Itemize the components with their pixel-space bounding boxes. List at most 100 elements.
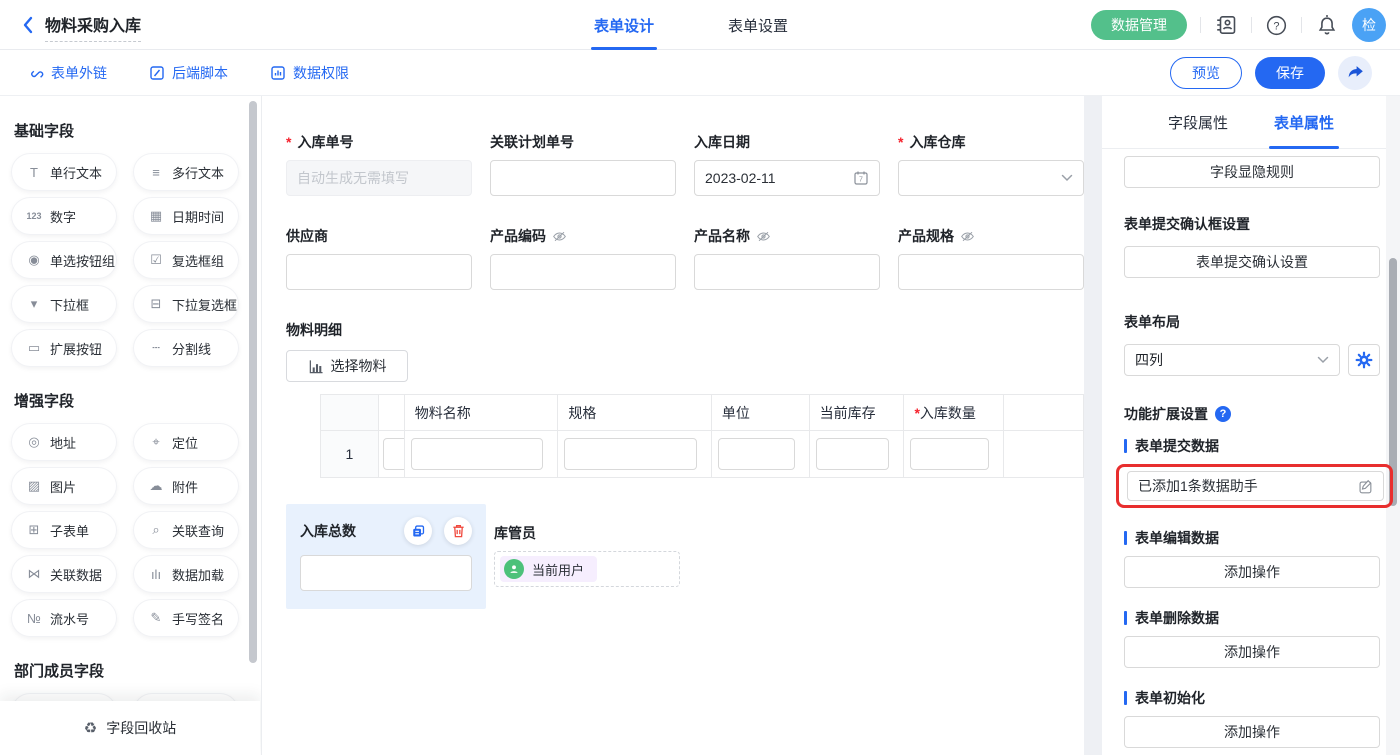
add-action-button-delete[interactable]: 添加操作: [1124, 636, 1380, 668]
preview-button[interactable]: 预览: [1170, 57, 1242, 89]
backend-script-label: 后端脚本: [172, 63, 228, 83]
field-warehouse-keeper[interactable]: 库管员 当前用户: [494, 504, 680, 587]
field-pill-linked-data[interactable]: ⋈关联数据: [12, 556, 116, 592]
field-product-spec[interactable]: 产品规格: [898, 226, 1084, 290]
delete-field-button[interactable]: [444, 517, 472, 545]
gear-icon: [1355, 351, 1373, 369]
field-label: 关联计划单号: [490, 132, 574, 152]
data-manage-button[interactable]: 数据管理: [1091, 10, 1187, 40]
field-plan-no[interactable]: 关联计划单号: [490, 132, 676, 196]
copy-field-button[interactable]: [404, 517, 432, 545]
field-supplier[interactable]: 供应商: [286, 226, 472, 290]
pill-label: 下拉框: [50, 295, 89, 314]
field-pill-radio-group[interactable]: ◉单选按钮组: [12, 242, 116, 278]
product-code-input[interactable]: [490, 254, 676, 290]
layout-settings-button[interactable]: [1348, 344, 1380, 376]
data-permission-link[interactable]: 数据权限: [270, 63, 349, 83]
user-avatar[interactable]: 检: [1352, 8, 1386, 42]
field-product-code[interactable]: 产品编码: [490, 226, 676, 290]
field-warehouse[interactable]: *入库仓库: [898, 132, 1084, 196]
plan-no-input[interactable]: [490, 160, 676, 196]
share-button[interactable]: [1338, 56, 1372, 90]
help-icon[interactable]: ?: [1265, 14, 1288, 37]
current-stock-input[interactable]: [816, 438, 890, 470]
field-pill-data-load[interactable]: ılı数据加载: [134, 556, 238, 592]
field-pill-serial-number[interactable]: №流水号: [12, 600, 116, 636]
field-pill-attachment[interactable]: ☁附件: [134, 468, 238, 504]
inbound-date-input[interactable]: 2023-02-11 7: [694, 160, 880, 196]
field-pill-address[interactable]: ◎地址: [12, 424, 116, 460]
add-action-button-init[interactable]: 添加操作: [1124, 716, 1380, 748]
field-pill-extend-button[interactable]: ▭扩展按钮: [12, 330, 116, 366]
header-empty: [1004, 395, 1083, 430]
field-pill-signature[interactable]: ✎手写签名: [134, 600, 238, 636]
checkbox-icon: ☑: [147, 252, 165, 268]
field-pill-checkbox-group[interactable]: ☑复选框组: [134, 242, 238, 278]
field-pill-dropdown[interactable]: ▾下拉框: [12, 286, 116, 322]
field-pill-locate[interactable]: ⌖定位: [134, 424, 238, 460]
supplier-input[interactable]: [286, 254, 472, 290]
field-product-name[interactable]: 产品名称: [694, 226, 880, 290]
product-name-input[interactable]: [694, 254, 880, 290]
field-total-qty-selected[interactable]: 入库总数: [286, 504, 486, 609]
contact-book-icon[interactable]: [1214, 13, 1238, 37]
field-pill-divider[interactable]: ┄分割线: [134, 330, 238, 366]
cell-input-clipped[interactable]: [383, 438, 405, 470]
layout-select[interactable]: 四列: [1124, 344, 1340, 376]
unit-input[interactable]: [718, 438, 795, 470]
add-action-button-edit[interactable]: 添加操作: [1124, 556, 1380, 588]
field-inbound-date[interactable]: 入库日期 2023-02-11 7: [694, 132, 880, 196]
current-user-tag[interactable]: 当前用户: [500, 556, 597, 582]
section-bar: [1124, 611, 1127, 625]
backend-script-link[interactable]: 后端脚本: [149, 63, 228, 83]
data-assistant-button[interactable]: 已添加1条数据助手: [1127, 471, 1384, 501]
header-current-stock: 当前库存: [810, 395, 905, 430]
product-spec-input[interactable]: [898, 254, 1084, 290]
table-header: 物料名称 规格 单位 当前库存 *入库数量: [321, 395, 1083, 431]
field-pill-multi-dropdown[interactable]: ⊟下拉复选框: [134, 286, 238, 322]
tab-form-properties[interactable]: 表单属性: [1274, 96, 1334, 149]
current-user-label: 当前用户: [532, 560, 584, 579]
form-external-link[interactable]: 表单外链: [28, 63, 107, 83]
field-inbound-no[interactable]: *入库单号: [286, 132, 472, 196]
tab-form-design[interactable]: 表单设计: [594, 0, 654, 50]
button-icon: ▭: [25, 340, 43, 356]
spec-input[interactable]: [564, 438, 697, 470]
script-icon: [149, 65, 165, 81]
field-pill-number[interactable]: 123数字: [12, 198, 116, 234]
section-title-basic-fields: 基础字段: [14, 120, 261, 141]
top-bar: 物料采购入库 表单设计 表单设置 数据管理 ? 检: [0, 0, 1400, 50]
field-pill-image[interactable]: ▨图片: [12, 468, 116, 504]
header-unit: 单位: [712, 395, 810, 430]
help-badge-icon[interactable]: ?: [1215, 406, 1231, 422]
svg-text:?: ?: [1273, 20, 1279, 32]
field-pill-single-text[interactable]: T单行文本: [12, 154, 116, 190]
submit-confirm-settings-button[interactable]: 表单提交确认设置: [1124, 246, 1380, 278]
multi-line-text-icon: ≡: [147, 165, 165, 180]
properties-panel: 字段属性 表单属性 字段显隐规则 表单提交确认框设置 表单提交确认设置 表单布局…: [1102, 96, 1400, 755]
sidebar-scrollbar[interactable]: [249, 101, 257, 663]
inbound-qty-input[interactable]: [910, 438, 989, 470]
form-row-1: *入库单号 关联计划单号 入库日期 2023-02-11 7 *入库仓库: [286, 132, 1084, 196]
section-bar: [1124, 531, 1127, 545]
warehouse-select[interactable]: [898, 160, 1084, 196]
field-pill-multi-text[interactable]: ≡多行文本: [134, 154, 238, 190]
tab-field-properties[interactable]: 字段属性: [1168, 96, 1228, 149]
notification-bell-icon[interactable]: [1315, 13, 1339, 37]
save-button[interactable]: 保存: [1255, 57, 1325, 89]
field-recycle-bin[interactable]: ♻ 字段回收站: [0, 701, 260, 755]
page-title[interactable]: 物料采购入库: [45, 12, 141, 42]
member-picker[interactable]: 当前用户: [494, 551, 680, 587]
section-edit-data: 表单编辑数据: [1124, 528, 1380, 548]
field-visibility-rules-button[interactable]: 字段显隐规则: [1124, 156, 1380, 188]
material-name-input[interactable]: [411, 438, 544, 470]
back-button[interactable]: [22, 16, 33, 34]
header-hidden-col: [379, 395, 405, 430]
tab-form-settings[interactable]: 表单设置: [728, 0, 788, 50]
field-pill-datetime[interactable]: ▦日期时间: [134, 198, 238, 234]
field-pill-lookup[interactable]: ⌕关联查询: [134, 512, 238, 548]
inbound-no-input[interactable]: [286, 160, 472, 196]
pick-material-button[interactable]: 选择物料: [286, 350, 408, 382]
total-qty-input[interactable]: [300, 555, 472, 591]
field-pill-subform[interactable]: ⊞子表单: [12, 512, 116, 548]
